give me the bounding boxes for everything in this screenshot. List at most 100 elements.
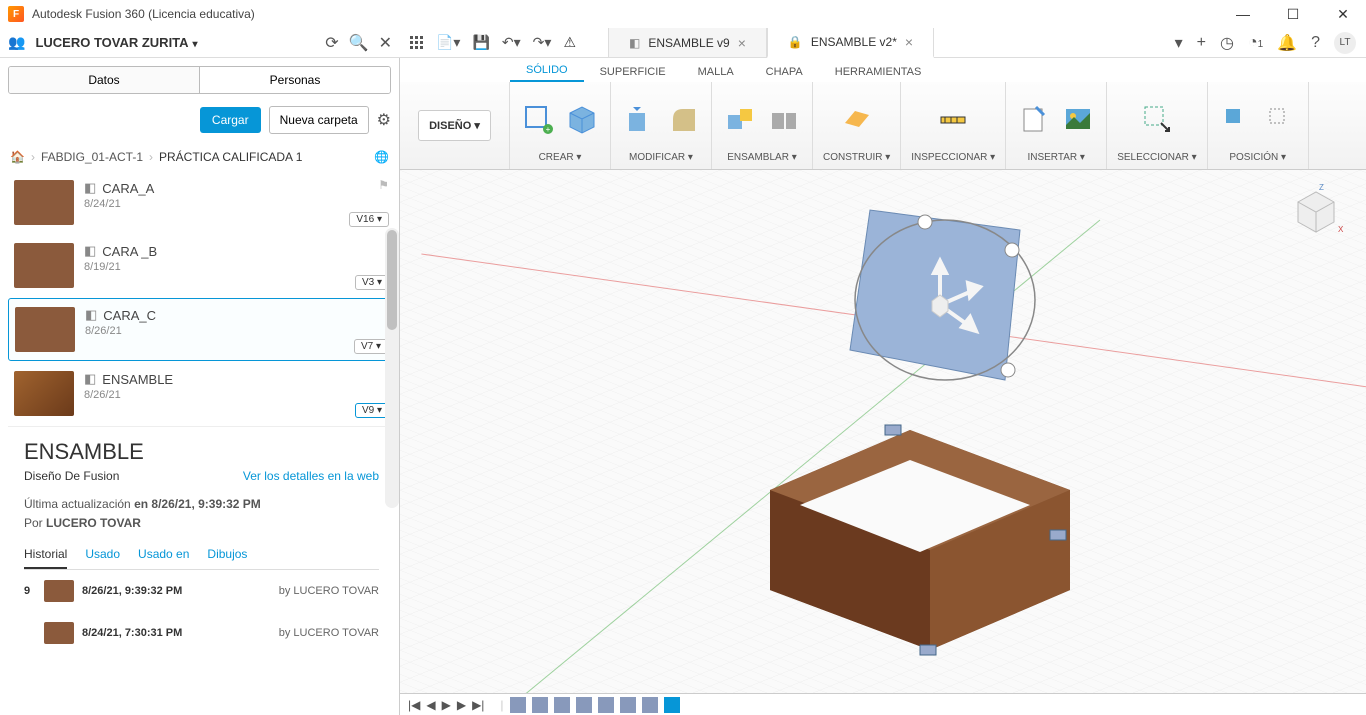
job-count: 1 <box>1258 39 1264 50</box>
measure-icon[interactable] <box>935 101 971 137</box>
ribbon-tab-sheet[interactable]: CHAPA <box>750 62 819 82</box>
timeline-back-icon[interactable]: ◀ <box>426 698 435 712</box>
as-built-joint-icon[interactable] <box>766 101 802 137</box>
refresh-icon[interactable]: ⟳ <box>325 33 338 53</box>
close-button[interactable]: ✕ <box>1328 6 1358 23</box>
file-date: 8/24/21 <box>84 198 389 210</box>
view-on-web-link[interactable]: Ver los detalles en la web <box>243 469 379 483</box>
data-panel-icon[interactable] <box>410 36 424 50</box>
tab-people[interactable]: Personas <box>200 67 390 93</box>
tab-drawings[interactable]: Dibujos <box>207 547 247 569</box>
tab-ensamble-v2[interactable]: 🔒 ENSAMBLE v2* × <box>767 28 934 58</box>
joint-icon[interactable] <box>722 101 758 137</box>
search-icon[interactable]: 🔍 <box>349 33 369 53</box>
timeline-feature-icon[interactable] <box>510 697 526 713</box>
tab-used-in[interactable]: Usado en <box>138 547 189 569</box>
version-dropdown[interactable]: V9 ▾ <box>355 403 389 418</box>
timeline-fwd-icon[interactable]: ▶ <box>457 698 466 712</box>
ribbon-tab-solid[interactable]: SÓLIDO <box>510 60 584 82</box>
breadcrumb-parent[interactable]: FABDIG_01-ACT-1 <box>41 150 143 164</box>
home-icon[interactable]: 🏠 <box>10 150 25 164</box>
workspace-switcher[interactable]: DISEÑO ▾ <box>400 82 510 169</box>
web-icon[interactable]: 🌐 <box>374 150 389 164</box>
timeline-start-icon[interactable]: |◀ <box>408 698 420 712</box>
file-item[interactable]: ◧CARA_C 8/26/21 V7 ▾ <box>8 298 395 361</box>
minimize-button[interactable]: — <box>1228 6 1258 23</box>
job-status-icon[interactable]: ◔1 <box>1248 34 1263 52</box>
extensions-icon[interactable]: ◷ <box>1220 33 1234 53</box>
timeline-end-icon[interactable]: ▶| <box>472 698 484 712</box>
help-icon[interactable]: ? <box>1311 34 1320 52</box>
collapse-panel-icon[interactable]: ✕ <box>379 33 392 53</box>
undo-icon[interactable]: ↶▾ <box>502 34 521 51</box>
press-pull-icon[interactable] <box>621 101 657 137</box>
view-cube[interactable]: Z X <box>1286 180 1346 240</box>
timeline: |◀ ◀ ▶ ▶ ▶| | <box>400 693 1366 715</box>
version-dropdown[interactable]: V16 ▾ <box>349 212 389 227</box>
lock-icon: 🔒 <box>788 35 803 49</box>
plane-icon[interactable] <box>839 101 875 137</box>
ribbon-tab-tools[interactable]: HERRAMIENTAS <box>819 62 938 82</box>
timeline-feature-icon[interactable] <box>598 697 614 713</box>
chevron-right-icon: › <box>31 150 35 164</box>
tab-data[interactable]: Datos <box>9 67 200 93</box>
history-row[interactable]: 9 8/26/21, 9:39:32 PM by LUCERO TOVAR <box>24 570 379 612</box>
redo-icon[interactable]: ↷▾ <box>533 34 552 51</box>
file-item[interactable]: ◧ENSAMBLE 8/26/21 V9 ▾ <box>8 363 395 424</box>
version-dropdown[interactable]: V3 ▾ <box>355 275 389 290</box>
file-name: CARA_A <box>102 181 154 196</box>
tab-close-icon[interactable]: × <box>905 34 913 50</box>
timeline-feature-icon[interactable] <box>642 697 658 713</box>
file-date: 8/19/21 <box>84 261 389 273</box>
position-capture-icon[interactable] <box>1218 101 1254 137</box>
ribbon: DISEÑO ▾ + CREAR ▾ MODIFICAR ▾ <box>400 82 1366 170</box>
avatar[interactable]: LT <box>1334 32 1356 54</box>
file-item[interactable]: ◧CARA _B 8/19/21 V3 ▾ <box>8 235 395 296</box>
team-dropdown[interactable]: LUCERO TOVAR ZURITA▾ <box>35 35 197 50</box>
tab-label: ENSAMBLE v2* <box>811 35 897 49</box>
history-row[interactable]: 8/24/21, 7:30:31 PM by LUCERO TOVAR <box>24 612 379 654</box>
file-menu-icon[interactable]: 📄▾ <box>436 34 460 51</box>
window-title: Autodesk Fusion 360 (Licencia educativa) <box>32 7 255 21</box>
warning-icon[interactable]: ⚠ <box>563 34 576 51</box>
insert-decal-icon[interactable] <box>1060 101 1096 137</box>
new-folder-button[interactable]: Nueva carpeta <box>269 106 369 134</box>
position-revert-icon[interactable] <box>1262 101 1298 137</box>
flag-icon: ⚑ <box>378 178 389 192</box>
cube-icon: ◧ <box>629 36 640 50</box>
svg-text:+: + <box>546 125 551 134</box>
file-item[interactable]: ◧CARA_A 8/24/21 ⚑ V16 ▾ <box>8 172 395 233</box>
insert-derive-icon[interactable] <box>1016 101 1052 137</box>
ribbon-tab-surface[interactable]: SUPERFICIE <box>584 62 682 82</box>
timeline-feature-icon[interactable] <box>576 697 592 713</box>
viewport[interactable]: Z X <box>400 170 1366 693</box>
select-icon[interactable] <box>1139 101 1175 137</box>
timeline-feature-icon[interactable] <box>554 697 570 713</box>
gear-icon[interactable]: ⚙ <box>377 110 391 130</box>
upload-button[interactable]: Cargar <box>200 107 261 133</box>
tab-close-icon[interactable]: × <box>738 35 746 51</box>
timeline-marker-icon[interactable] <box>664 697 680 713</box>
timeline-feature-icon[interactable] <box>620 697 636 713</box>
timeline-feature-icon[interactable] <box>532 697 548 713</box>
box-icon[interactable] <box>564 101 600 137</box>
version-dropdown[interactable]: V7 ▾ <box>354 339 388 354</box>
save-icon[interactable]: 💾 <box>472 34 489 51</box>
tab-menu-icon[interactable]: ▾ <box>1175 33 1183 53</box>
fillet-icon[interactable] <box>665 101 701 137</box>
timeline-play-icon[interactable]: ▶ <box>442 698 451 712</box>
maximize-button[interactable]: ☐ <box>1278 6 1308 23</box>
file-date: 8/26/21 <box>85 325 388 337</box>
tab-label: ENSAMBLE v9 <box>648 36 729 50</box>
tab-history[interactable]: Historial <box>24 547 67 569</box>
scrollbar[interactable] <box>385 228 399 508</box>
new-tab-icon[interactable]: + <box>1197 34 1206 52</box>
notifications-icon[interactable]: 🔔 <box>1277 33 1297 53</box>
data-panel: Datos Personas Cargar Nueva carpeta ⚙ 🏠 … <box>0 58 400 715</box>
svg-text:X: X <box>1338 225 1344 234</box>
tab-used[interactable]: Usado <box>85 547 120 569</box>
sketch-icon[interactable]: + <box>520 101 556 137</box>
breadcrumb: 🏠 › FABDIG_01-ACT-1 › PRÁCTICA CALIFICAD… <box>0 142 399 172</box>
ribbon-tab-mesh[interactable]: MALLA <box>682 62 750 82</box>
tab-ensamble-v9[interactable]: ◧ ENSAMBLE v9 × <box>608 28 767 57</box>
